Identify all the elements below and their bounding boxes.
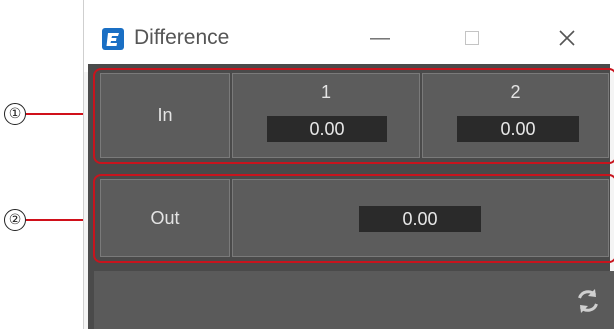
channel-1-number: 1 (320, 82, 331, 102)
maximize-button[interactable] (449, 20, 495, 56)
callout-1: ① (4, 103, 26, 125)
channel-2-number: 2 (510, 82, 521, 102)
in-channel-2-value[interactable]: 0.00 (457, 116, 579, 142)
title-bar[interactable]: Difference — (84, 0, 614, 72)
in-label-cell: In (100, 73, 230, 158)
callout-2: ② (4, 209, 26, 231)
out-label-cell: Out (100, 179, 230, 257)
out-value[interactable]: 0.00 (359, 206, 481, 232)
difference-window: Difference — In 1 0.00 2 0.00 Out 0.00 (83, 0, 614, 329)
in-channel-1: 1 0.00 (232, 73, 420, 158)
screenshot-stage: ① ② Difference — In 1 0.00 2 0.00 Out 0.… (0, 0, 614, 329)
window-title: Difference (134, 26, 230, 49)
in-section-highlight: In 1 0.00 2 0.00 (93, 68, 614, 164)
out-label: Out (150, 208, 180, 228)
maximize-icon (465, 31, 479, 45)
close-button[interactable] (544, 20, 590, 56)
refresh-icon (578, 289, 598, 313)
in-label: In (157, 105, 173, 125)
footer-bar (94, 271, 614, 329)
minimize-button[interactable]: — (357, 20, 403, 56)
app-logo-icon (102, 28, 124, 50)
refresh-button[interactable] (572, 285, 604, 317)
difference-panel: In 1 0.00 2 0.00 Out 0.00 (88, 64, 614, 329)
in-channel-1-value[interactable]: 0.00 (267, 116, 387, 142)
out-section-highlight: Out 0.00 (93, 174, 614, 263)
close-icon (559, 30, 575, 46)
out-value-cell: 0.00 (232, 179, 609, 257)
in-channel-2: 2 0.00 (422, 73, 609, 158)
